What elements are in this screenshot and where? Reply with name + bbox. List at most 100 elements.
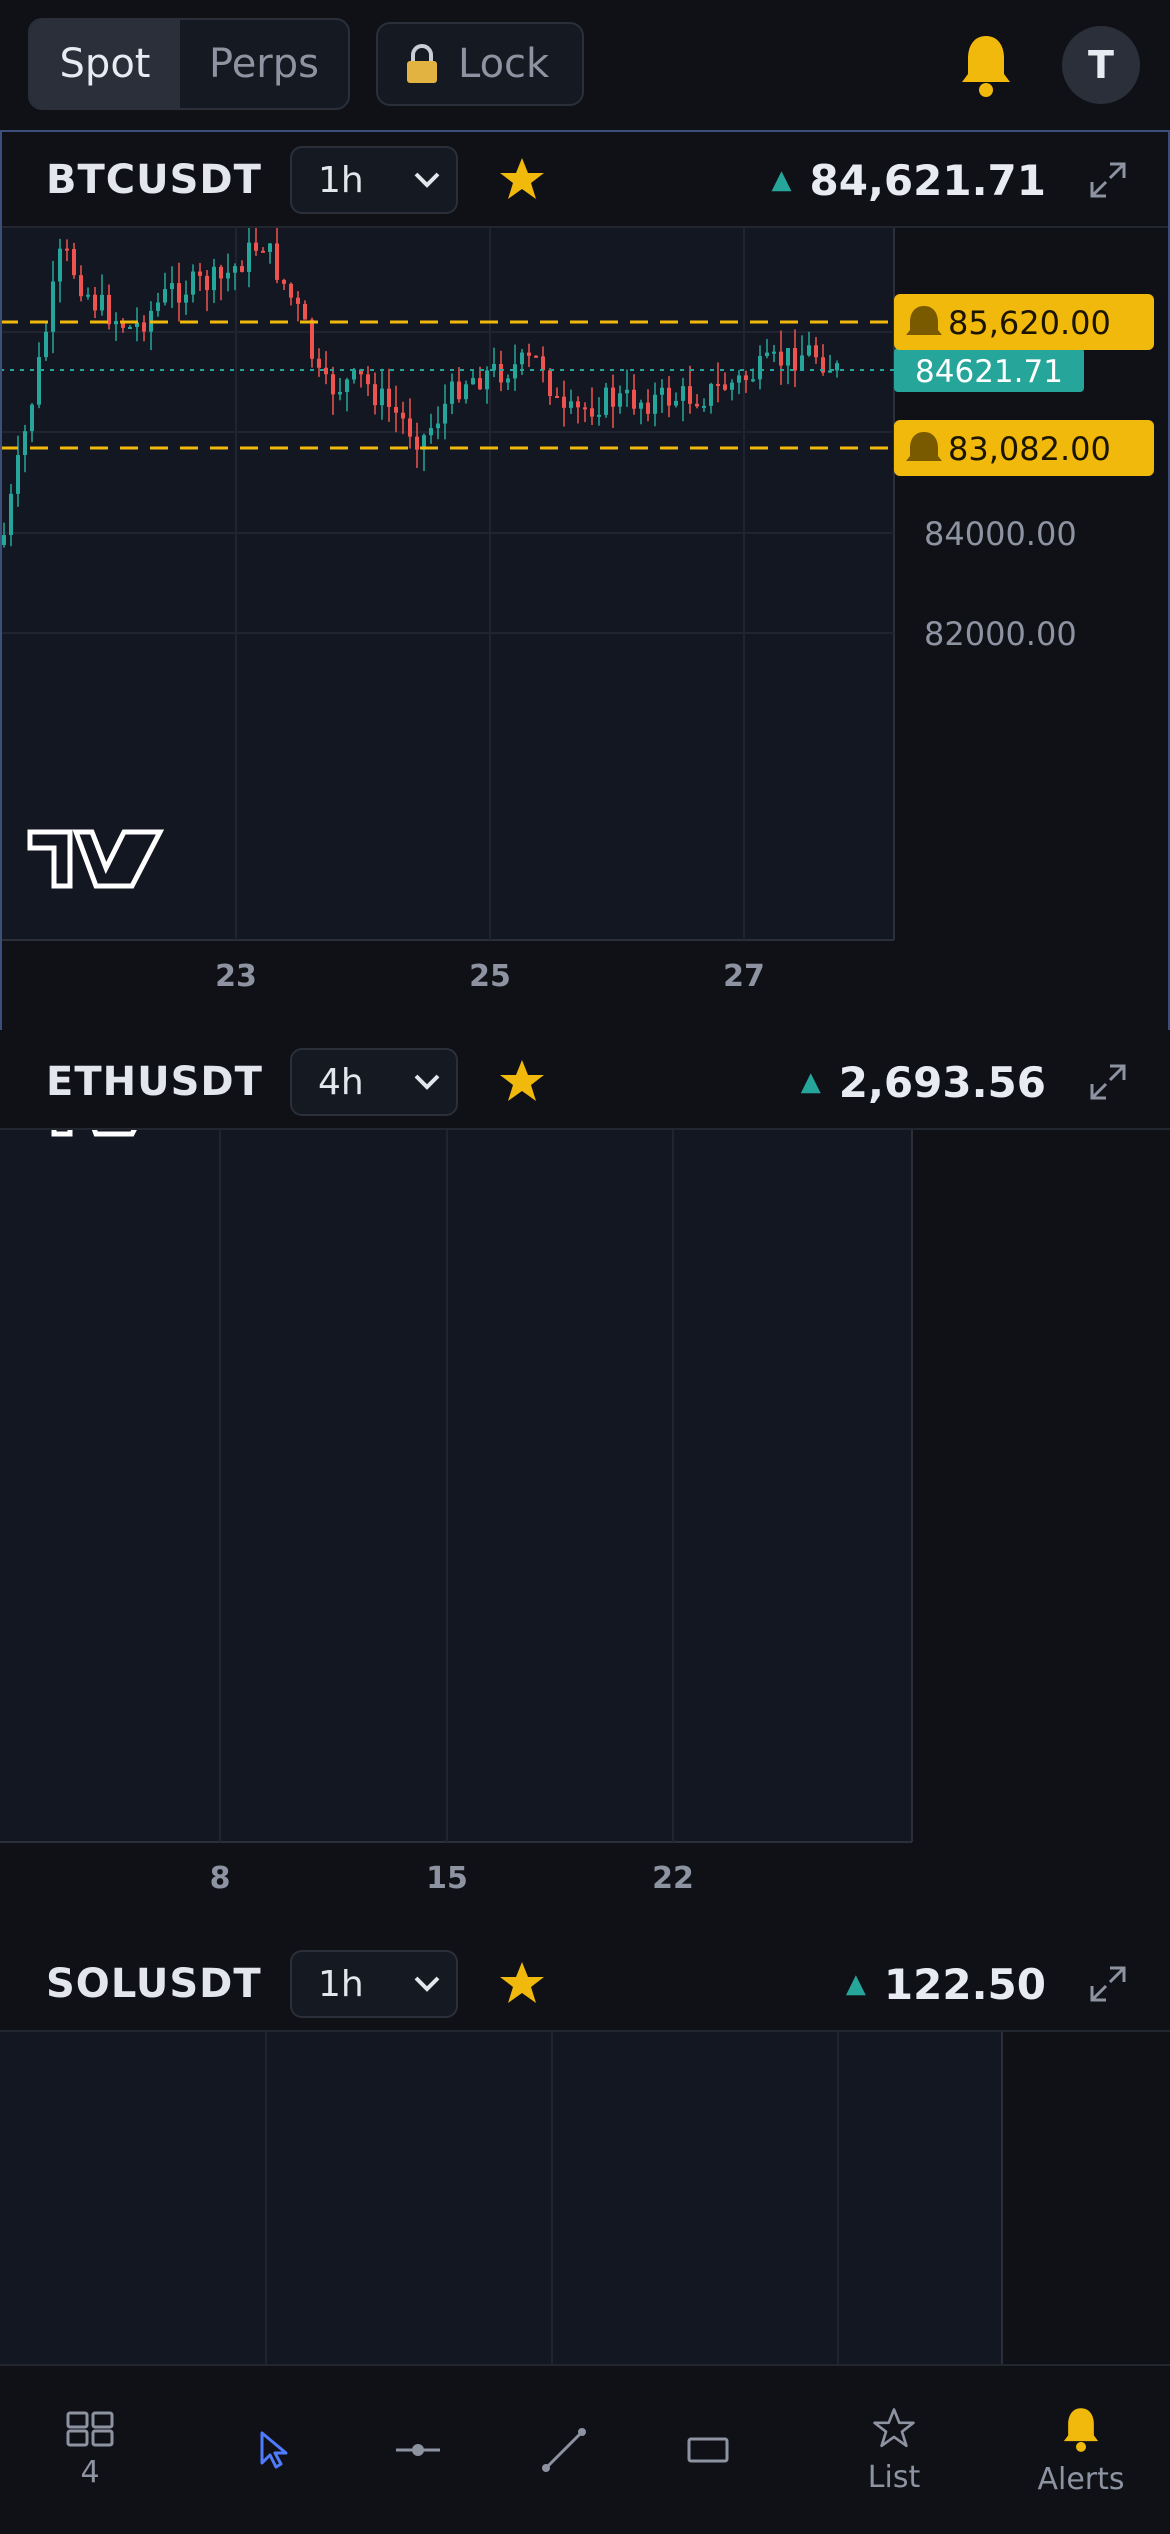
price-tick-label: 84000.00 <box>924 515 1077 553</box>
price-up-icon: ▲ <box>771 165 792 195</box>
symbol-label[interactable]: BTCUSDT <box>46 132 262 228</box>
grid-layout-icon <box>66 2411 114 2446</box>
candle-body <box>254 242 258 251</box>
candle-body <box>317 358 321 368</box>
bottom-toolbar: 4 List Alerts <box>0 2364 1170 2532</box>
chart-panel-sol[interactable]: SOLUSDT 1h ▲ 122.50 127.50125.00120.00122… <box>0 1936 1170 2364</box>
expand-icon[interactable] <box>1088 160 1128 200</box>
candle-body <box>702 405 706 408</box>
timeframe-select[interactable]: 1h <box>290 146 458 214</box>
price-value: 122.50 <box>883 1959 1046 2009</box>
plot-area <box>0 228 894 988</box>
favorite-star-icon[interactable] <box>496 1958 548 2010</box>
candle-body <box>79 275 83 297</box>
tab-perps[interactable]: Perps <box>180 20 348 108</box>
horizontal-line-tool-button[interactable] <box>388 2366 448 2534</box>
candle-body <box>555 396 559 399</box>
alert-bell-icon <box>1063 2407 1099 2452</box>
cursor-tool-button[interactable] <box>244 2366 304 2534</box>
candle-body <box>2 535 6 545</box>
favorite-star-icon[interactable] <box>496 1056 548 1108</box>
chevron-down-icon <box>414 1074 440 1090</box>
candle-body <box>23 431 27 456</box>
last-price: ▲ 84,621.71 <box>772 132 1046 228</box>
candle-body <box>744 375 748 381</box>
candle-body <box>128 327 132 330</box>
candle-body <box>660 387 664 395</box>
candle-body <box>170 283 174 290</box>
candle-body <box>779 351 783 366</box>
candle-body <box>212 266 216 291</box>
candle-body <box>338 392 342 395</box>
candle-body <box>142 322 146 332</box>
candle-body <box>16 455 20 494</box>
candle-body <box>331 374 335 395</box>
candle-body <box>289 283 293 298</box>
candle-body <box>534 355 538 358</box>
timeframe-select[interactable]: 4h <box>290 1048 458 1116</box>
candle-body <box>93 294 97 311</box>
candle-body <box>464 384 468 400</box>
candle-body <box>541 356 545 371</box>
candle-body <box>282 279 286 284</box>
trend-line-icon <box>542 2428 586 2472</box>
lock-button[interactable]: Lock <box>376 22 584 106</box>
candle-body <box>58 248 62 282</box>
candle-body <box>156 302 160 311</box>
price-chart-eth[interactable]: 2900.002800.002600.002500.002400.002300.… <box>0 1130 1170 1932</box>
chevron-down-icon <box>414 1976 440 1992</box>
candle-body <box>219 266 223 279</box>
candle-body <box>653 394 657 414</box>
candle-body <box>401 412 405 419</box>
chevron-down-icon <box>414 172 440 188</box>
time-tick-label: 15 <box>426 1861 468 1896</box>
candle-body <box>457 381 461 400</box>
candle-body <box>268 243 272 252</box>
rectangle-icon <box>687 2437 729 2463</box>
chart-panel-btc[interactable]: BTCUSDT 1h ▲84,621.71 88000.0086000.0084… <box>0 132 1170 1030</box>
timeframe-select[interactable]: 1h <box>290 1950 458 2018</box>
candle-body <box>100 294 104 311</box>
notifications-bell-icon[interactable] <box>956 30 1016 100</box>
candle-body <box>373 384 377 406</box>
candle-body <box>835 363 839 371</box>
candle-body <box>163 289 167 303</box>
plot-area <box>0 2032 1002 2364</box>
rectangle-tool-button[interactable] <box>678 2366 738 2534</box>
tab-spot[interactable]: Spot <box>30 20 180 108</box>
watchlist-label: List <box>867 2459 921 2495</box>
favorite-star-icon[interactable] <box>496 154 548 206</box>
lock-label: Lock <box>458 41 550 87</box>
price-chart-btc[interactable]: 88000.0086000.0084000.0082000.0023252784… <box>0 228 1170 1030</box>
candle-body <box>408 418 412 437</box>
top-bar: Spot Perps Lock T <box>0 0 1170 130</box>
watchlist-button[interactable]: List <box>844 2366 944 2534</box>
expand-icon[interactable] <box>1088 1062 1128 1102</box>
candle-body <box>107 294 111 325</box>
time-tick-label: 27 <box>723 959 765 994</box>
candle-body <box>709 383 713 406</box>
candle-body <box>415 436 419 450</box>
last-price: ▲ 122.50 <box>846 1936 1046 2032</box>
avatar[interactable]: T <box>1062 26 1140 104</box>
trend-line-tool-button[interactable] <box>534 2366 594 2534</box>
candle-body <box>198 271 202 276</box>
alert-price-label: 83,082.00 <box>948 430 1111 468</box>
price-chart-sol[interactable]: 127.50125.00120.00122.50 <box>0 2032 1170 2364</box>
price-up-icon: ▲ <box>845 1969 866 1999</box>
symbol-label[interactable]: SOLUSDT <box>46 1936 262 2032</box>
candle-body <box>261 250 265 253</box>
candle-body <box>380 388 384 406</box>
candle-body <box>191 271 195 295</box>
timeframe-value: 1h <box>318 159 364 201</box>
star-outline-icon <box>873 2407 915 2447</box>
time-axis <box>0 1842 1170 1932</box>
candle-body <box>9 493 13 536</box>
market-segment: Spot Perps <box>28 18 350 110</box>
expand-icon[interactable] <box>1088 1964 1128 2004</box>
alert-price-label: 85,620.00 <box>948 304 1111 342</box>
symbol-label[interactable]: ETHUSDT <box>46 1034 263 1130</box>
chart-panel-eth[interactable]: ETHUSDT 4h ▲ 2,693.56 2900.002800.002600.… <box>0 1034 1170 1932</box>
layout-button[interactable]: 4 <box>50 2366 130 2534</box>
alerts-button[interactable]: Alerts <box>1026 2366 1136 2534</box>
